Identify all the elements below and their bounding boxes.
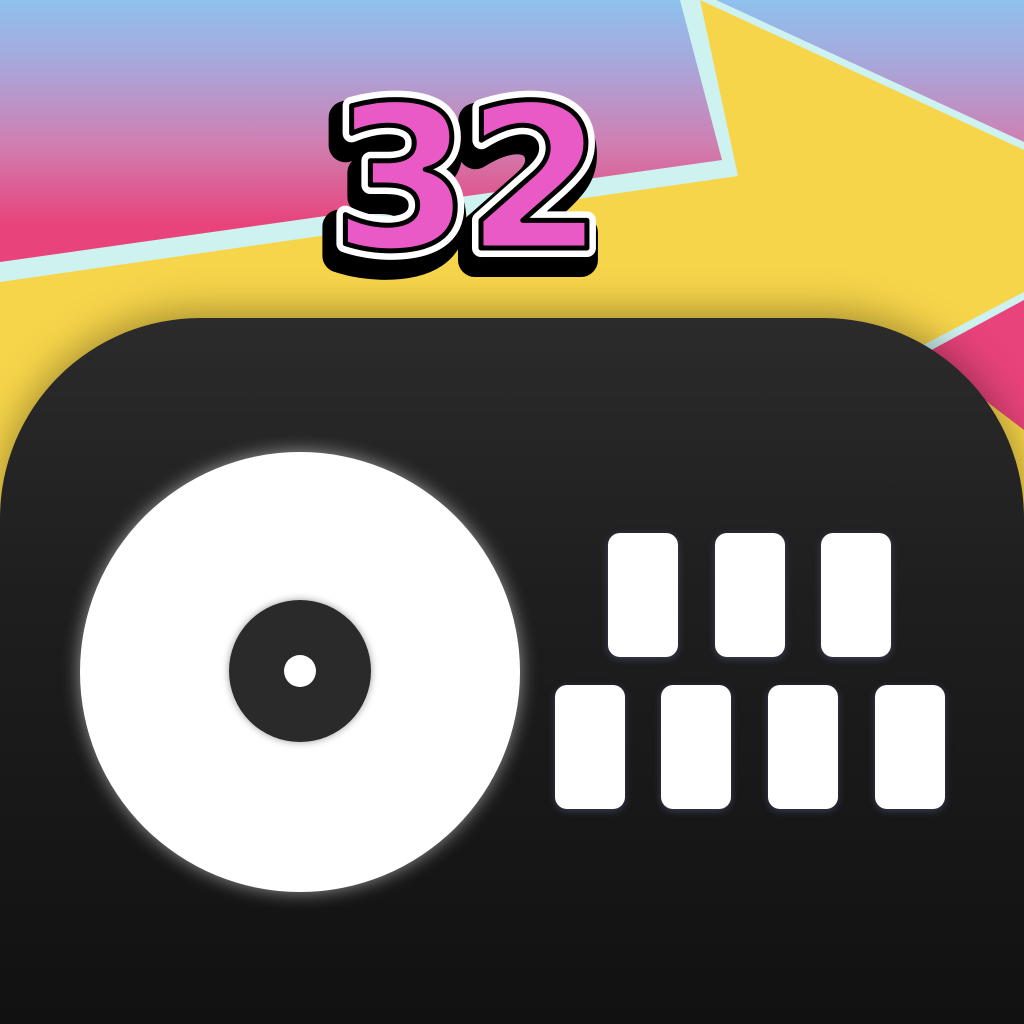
drum-pad-icon xyxy=(768,685,838,809)
badge-number: 32 xyxy=(332,63,598,296)
drum-pad-icon xyxy=(821,533,891,657)
record-label xyxy=(229,600,371,742)
drum-pad-icon xyxy=(608,533,678,657)
drum-pad-icon xyxy=(875,685,945,809)
drum-pad-icon xyxy=(661,685,731,809)
record-spindle xyxy=(284,655,316,687)
app-icon: 32 32 32 xyxy=(0,0,1024,1024)
level-badge: 32 32 32 xyxy=(309,54,668,325)
drum-pad-icon xyxy=(555,685,625,809)
drum-pad-icon xyxy=(715,533,785,657)
badge-number-graphic: 32 32 32 xyxy=(309,54,615,325)
vinyl-record-icon xyxy=(80,452,520,892)
